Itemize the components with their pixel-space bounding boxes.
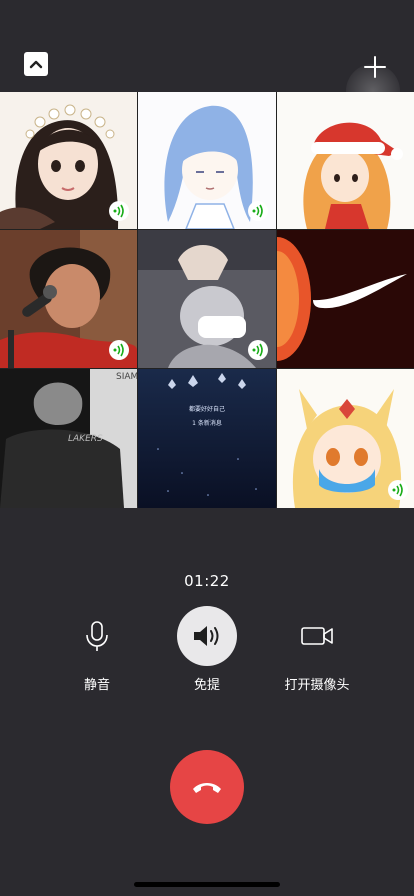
- participant-tile-6[interactable]: [277, 230, 414, 368]
- participant-tile-1[interactable]: [0, 92, 137, 229]
- plus-icon: [364, 56, 386, 78]
- speaking-indicator-icon: [109, 201, 129, 221]
- collapse-button[interactable]: [24, 52, 48, 76]
- avatar-lotus-night-sky: 都要好好自己 1 条新消息: [138, 369, 276, 508]
- lotus-text-line2: 1 条新消息: [192, 419, 222, 427]
- speaker-label: 免提: [193, 678, 220, 693]
- speaking-indicator-icon: [248, 201, 268, 221]
- mute-button[interactable]: [67, 606, 127, 666]
- microphone-icon: [86, 621, 108, 651]
- speaking-indicator-icon: [388, 480, 408, 500]
- avatar-nike-orange-burst: [277, 230, 414, 368]
- participant-tile-5[interactable]: [138, 230, 276, 368]
- lotus-text-line1: 都要好好自己: [189, 405, 225, 413]
- lakers-text: LAKERS: [68, 434, 103, 444]
- speaker-button[interactable]: [177, 606, 237, 666]
- home-indicator: [134, 882, 280, 887]
- mute-label: 静音: [83, 678, 110, 693]
- speaker-icon: [194, 626, 219, 646]
- call-controls: 静音 免提 打开摄像头: [0, 606, 414, 696]
- camera-control[interactable]: 打开摄像头: [257, 606, 377, 693]
- speaking-indicator-icon: [109, 340, 129, 360]
- add-participant-button[interactable]: [358, 50, 392, 84]
- participant-tile-2[interactable]: [138, 92, 276, 229]
- speaker-control[interactable]: 免提: [147, 606, 267, 693]
- chevron-up-icon: [29, 60, 43, 69]
- camera-label: 打开摄像头: [284, 678, 350, 693]
- participant-tile-3[interactable]: [277, 92, 414, 229]
- participant-tile-7[interactable]: LAKERS SIAM: [0, 369, 137, 508]
- participant-tile-9[interactable]: [277, 369, 414, 508]
- siam-text: SIAM: [116, 372, 137, 382]
- hang-up-phone-icon: [193, 783, 221, 793]
- video-camera-icon: [301, 627, 333, 645]
- avatar-lakers-man-bw: LAKERS SIAM: [0, 369, 137, 508]
- top-bar: [0, 0, 414, 118]
- participant-tile-4[interactable]: [0, 230, 137, 368]
- participant-grid: LAKERS SIAM 都要好好自己 1 条新消息: [0, 92, 414, 508]
- call-timer: 01:22: [184, 572, 230, 590]
- mute-control[interactable]: 静音: [37, 606, 157, 693]
- hang-up-button[interactable]: [170, 750, 244, 824]
- participant-tile-8[interactable]: 都要好好自己 1 条新消息: [138, 369, 276, 508]
- speaking-indicator-icon: [248, 340, 268, 360]
- camera-button[interactable]: [287, 606, 347, 666]
- avatar-girl-santa-hat: [277, 92, 414, 229]
